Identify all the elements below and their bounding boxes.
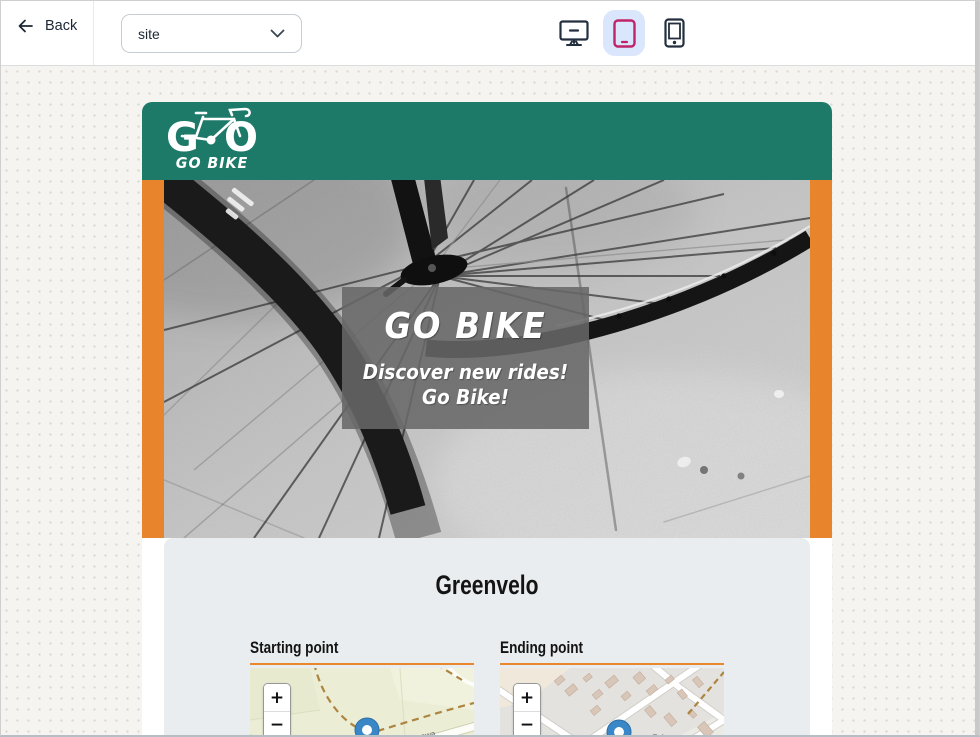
hero-section: GO BIKE Discover new rides! Go Bike! <box>142 180 832 538</box>
site-preview: G O GO BIKE <box>142 102 832 735</box>
desktop-icon <box>559 20 589 47</box>
page-select-value: site <box>138 26 160 42</box>
hero-overlay: GO BIKE Discover new rides! Go Bike! <box>342 287 589 429</box>
top-toolbar: Back site <box>1 1 979 66</box>
device-toolbar <box>553 10 695 56</box>
hero-title: GO BIKE <box>354 306 576 347</box>
place-label: Syluzyna <box>652 732 687 735</box>
device-desktop-button[interactable] <box>553 10 595 56</box>
content-panel: Greenvelo Starting point <box>164 538 810 735</box>
scrollbar[interactable] <box>975 1 979 735</box>
back-arrow-icon <box>17 18 34 34</box>
ending-point-label: Ending point <box>500 638 679 658</box>
preview-canvas: G O GO BIKE <box>1 66 979 735</box>
device-mobile-button[interactable] <box>653 10 695 56</box>
site-header: G O GO BIKE <box>142 102 832 180</box>
bike-logo-icon: G O <box>166 107 258 155</box>
zoom-in-button[interactable]: + <box>514 684 540 711</box>
ending-point-column: Ending point <box>500 638 724 735</box>
section-heading: Greenvelo <box>302 570 672 601</box>
site-body: Greenvelo Starting point <box>142 538 832 735</box>
chevron-down-icon <box>270 29 285 38</box>
map-zoom-control: + − <box>513 683 541 735</box>
zoom-out-button[interactable]: − <box>514 711 540 735</box>
starting-point-map[interactable]: Klinkierowa + − <box>250 668 474 735</box>
starting-point-column: Starting point <box>250 638 474 735</box>
hero-border-right <box>810 180 832 538</box>
hero-subtitle-line2: Go Bike! <box>352 385 579 410</box>
ending-point-map[interactable]: Syluzyna + − <box>500 668 724 735</box>
starting-point-label: Starting point <box>250 638 429 658</box>
page-select[interactable]: site <box>121 14 302 53</box>
map-zoom-control: + − <box>263 683 291 735</box>
hero-border-left <box>142 180 164 538</box>
device-tablet-button[interactable] <box>603 10 645 56</box>
starting-point-underline <box>250 663 474 665</box>
zoom-in-button[interactable]: + <box>264 684 290 711</box>
site-logo[interactable]: G O GO BIKE <box>162 107 262 172</box>
ending-point-underline <box>500 663 724 665</box>
mobile-icon <box>664 18 685 48</box>
logo-text: GO BIKE <box>165 154 260 172</box>
hero-subtitle: Discover new rides! Go Bike! <box>352 360 579 410</box>
back-button[interactable]: Back <box>17 18 77 34</box>
app-window: Back site <box>0 0 980 737</box>
toolbar-divider <box>93 1 94 65</box>
hero-subtitle-line1: Discover new rides! <box>352 360 579 385</box>
back-label: Back <box>45 18 77 34</box>
tablet-icon <box>613 19 636 48</box>
zoom-out-button[interactable]: − <box>264 711 290 735</box>
